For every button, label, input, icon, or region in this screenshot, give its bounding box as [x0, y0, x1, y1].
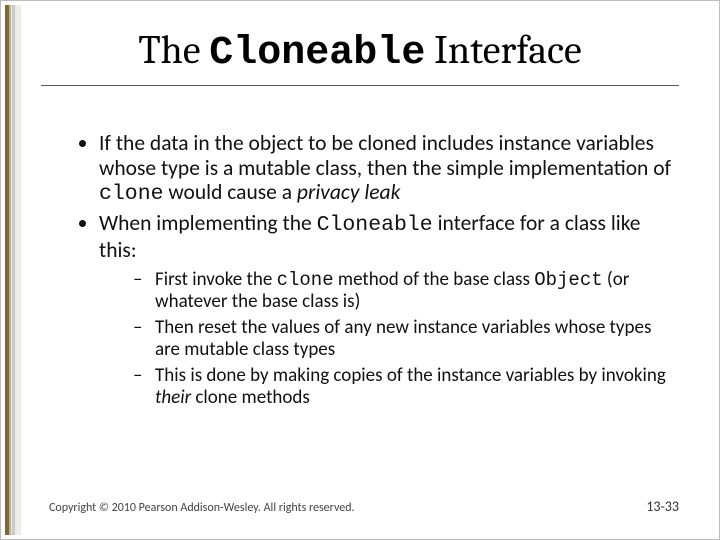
- title-code: Cloneable: [209, 31, 425, 76]
- page-number: 13-33: [646, 498, 679, 515]
- sub-bullet-item: First invoke the clone method of the bas…: [139, 269, 674, 314]
- text-run: Object: [534, 269, 602, 291]
- text-run: clone: [99, 182, 164, 206]
- text-run: First invoke the: [155, 268, 277, 291]
- text-run: their: [155, 386, 191, 409]
- text-run: clone methods: [191, 386, 310, 409]
- slide: The Cloneable Interface If the data in t…: [0, 0, 720, 540]
- slide-title: The Cloneable Interface: [41, 29, 679, 86]
- text-run: Then reset the values of any new instanc…: [155, 316, 651, 361]
- sub-bullet-list: First invoke the clone method of the bas…: [99, 269, 674, 409]
- text-run: This is done by making copies of the ins…: [155, 364, 666, 387]
- text-run: would cause a: [164, 179, 297, 205]
- title-pre: The: [138, 27, 209, 73]
- slide-body: If the data in the object to be cloned i…: [71, 131, 674, 413]
- bullet-list: If the data in the object to be cloned i…: [71, 131, 674, 409]
- decorative-left-band: [5, 5, 21, 535]
- copyright-text: Copyright © 2010 Pearson Addison-Wesley.…: [49, 501, 355, 515]
- text-run: Cloneable: [317, 213, 433, 237]
- text-run: When implementing the: [99, 210, 317, 236]
- text-run: privacy leak: [297, 179, 400, 205]
- bullet-item: If the data in the object to be cloned i…: [99, 131, 674, 207]
- text-run: If the data in the object to be cloned i…: [99, 130, 671, 181]
- bullet-item: When implementing the Cloneable interfac…: [99, 211, 674, 409]
- text-run: method of the base class: [334, 268, 535, 291]
- sub-bullet-item: Then reset the values of any new instanc…: [139, 317, 674, 361]
- sub-bullet-item: This is done by making copies of the ins…: [139, 365, 674, 409]
- title-post: Interface: [425, 27, 581, 73]
- text-run: clone: [277, 269, 334, 291]
